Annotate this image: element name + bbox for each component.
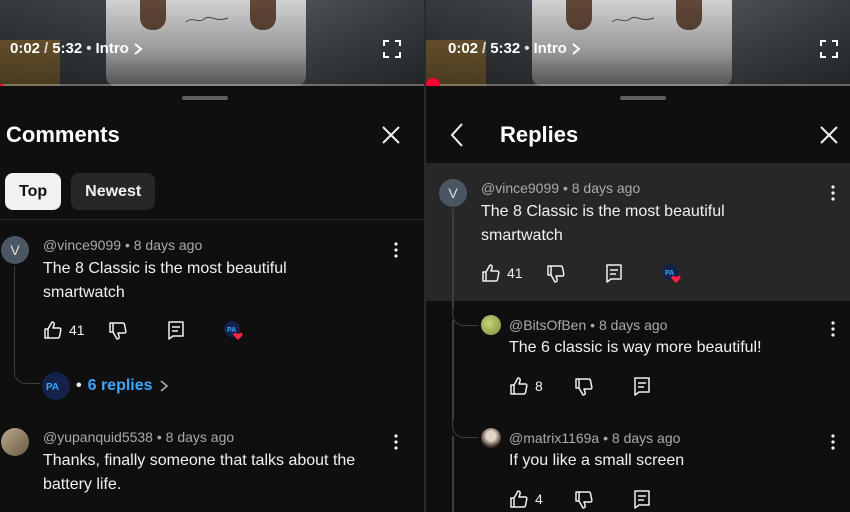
video-player[interactable]: 0:02 / 5:32 • Intro xyxy=(426,0,850,86)
chip-top[interactable]: Top xyxy=(5,173,62,210)
comment-author[interactable]: @vince9099 xyxy=(481,180,559,196)
comment-text: The 8 Classic is the most beautiful smar… xyxy=(43,260,287,301)
current-time: 0:02 xyxy=(10,40,41,57)
kebab-menu-icon[interactable] xyxy=(830,321,836,337)
reply-actions: 4 xyxy=(509,489,543,509)
comment-text: Thanks, finally someone that talks about… xyxy=(43,452,356,493)
comment-author[interactable]: @yupanquid5538 xyxy=(43,429,153,445)
comment-meta: @vince9099 • 8 days ago xyxy=(481,180,641,196)
avatar[interactable] xyxy=(481,315,501,335)
avatar[interactable] xyxy=(481,428,501,448)
thumb-up-icon[interactable] xyxy=(43,320,63,340)
thumb-up-icon[interactable] xyxy=(509,489,529,509)
progress-bar[interactable] xyxy=(0,84,424,86)
thread-branch xyxy=(452,412,478,438)
thread-branch xyxy=(452,300,478,326)
kebab-menu-icon[interactable] xyxy=(393,242,399,258)
kebab-menu-icon[interactable] xyxy=(393,434,399,450)
reply-author[interactable]: @matrix1169a xyxy=(509,430,599,446)
reply-actions: 8 xyxy=(509,376,543,396)
time-separator: / xyxy=(44,40,49,57)
chapter-separator: • xyxy=(86,40,92,57)
chip-newest[interactable]: Newest xyxy=(71,173,156,210)
thumb-down-icon[interactable] xyxy=(546,264,566,284)
thumb-up-icon[interactable] xyxy=(509,376,529,396)
creator-heart-icon: PA xyxy=(224,321,243,340)
avatar[interactable]: V xyxy=(1,236,29,264)
current-time: 0:02 xyxy=(448,40,479,57)
thumb-down-icon[interactable] xyxy=(574,377,594,397)
back-icon[interactable] xyxy=(448,122,466,148)
chevron-right-icon xyxy=(160,380,168,392)
comment-age: 8 days ago xyxy=(165,429,235,445)
replies-count: 6 replies xyxy=(87,377,153,394)
drag-handle[interactable] xyxy=(182,96,228,100)
comment-age: 8 days ago xyxy=(133,237,203,253)
reply-icon[interactable] xyxy=(632,376,652,396)
chevron-right-icon xyxy=(134,42,143,55)
thumb-up-icon[interactable] xyxy=(481,263,501,283)
creator-logo-icon: PA xyxy=(46,382,59,392)
video-player[interactable]: 0:02 / 5:32 • Intro xyxy=(0,0,424,86)
time-separator: / xyxy=(482,40,487,57)
reply-meta: @matrix1169a • 8 days ago xyxy=(509,430,681,446)
fullscreen-icon[interactable] xyxy=(383,40,401,58)
like-count: 41 xyxy=(69,322,85,338)
close-icon[interactable] xyxy=(818,124,840,146)
chapter-label: Intro xyxy=(95,40,129,57)
like-count: 4 xyxy=(535,491,543,507)
reply-text: If you like a small screen xyxy=(509,452,685,469)
avatar[interactable] xyxy=(1,428,29,456)
panel-title: Replies xyxy=(500,122,579,147)
progress-bar[interactable] xyxy=(426,84,850,86)
replies-panel: 0:02 / 5:32 • Intro Replies V @vince9099… xyxy=(426,0,850,512)
panel-title: Comments xyxy=(6,122,120,147)
divider xyxy=(0,219,424,220)
chapter-separator: • xyxy=(524,40,530,57)
time-display[interactable]: 0:02 / 5:32 • Intro xyxy=(10,40,143,57)
comment-meta: @vince9099 • 8 days ago xyxy=(43,237,203,253)
close-icon[interactable] xyxy=(380,124,402,146)
view-replies-link[interactable]: PA • 6 replies xyxy=(42,372,169,400)
thumb-down-icon[interactable] xyxy=(574,490,594,510)
thumb-down-icon[interactable] xyxy=(108,321,128,341)
comments-panel: 0:02 / 5:32 • Intro Comments Top Newest … xyxy=(0,0,424,512)
duration: 5:32 xyxy=(52,40,83,57)
fullscreen-icon[interactable] xyxy=(820,40,838,58)
thread-line xyxy=(14,266,40,384)
like-count: 41 xyxy=(507,265,523,281)
reply-author[interactable]: @BitsOfBen xyxy=(509,317,586,333)
creator-avatar: PA xyxy=(42,372,70,400)
thread-line xyxy=(452,436,454,512)
chevron-right-icon xyxy=(572,42,581,55)
comment-text: The 8 Classic is the most beautiful smar… xyxy=(481,203,725,244)
scrubber-handle[interactable] xyxy=(426,78,440,86)
reply-icon[interactable] xyxy=(166,320,186,340)
thread-line xyxy=(452,209,454,309)
duration: 5:32 xyxy=(490,40,521,57)
reply-icon[interactable] xyxy=(632,489,652,509)
creator-heart-icon: PA xyxy=(662,264,681,283)
sort-chips: Top Newest xyxy=(5,173,156,210)
reply-age: 8 days ago xyxy=(598,317,668,333)
svg-text:PA: PA xyxy=(46,382,59,392)
comment-age: 8 days ago xyxy=(571,180,641,196)
comment-actions: 41 xyxy=(481,263,523,283)
reply-text: The 6 classic is way more beautiful! xyxy=(509,339,762,356)
kebab-menu-icon[interactable] xyxy=(830,185,836,201)
reply-age: 8 days ago xyxy=(611,430,681,446)
time-display[interactable]: 0:02 / 5:32 • Intro xyxy=(448,40,581,57)
comment-author[interactable]: @vince9099 xyxy=(43,237,121,253)
avatar[interactable]: V xyxy=(439,179,467,207)
kebab-menu-icon[interactable] xyxy=(830,434,836,450)
like-count: 8 xyxy=(535,378,543,394)
reply-meta: @BitsOfBen • 8 days ago xyxy=(509,317,668,333)
comment-actions: 41 xyxy=(43,320,85,340)
chapter-label: Intro xyxy=(533,40,567,57)
drag-handle[interactable] xyxy=(620,96,666,100)
thread-line xyxy=(452,320,454,420)
reply-icon[interactable] xyxy=(604,263,624,283)
comment-meta: @yupanquid5538 • 8 days ago xyxy=(43,429,235,445)
